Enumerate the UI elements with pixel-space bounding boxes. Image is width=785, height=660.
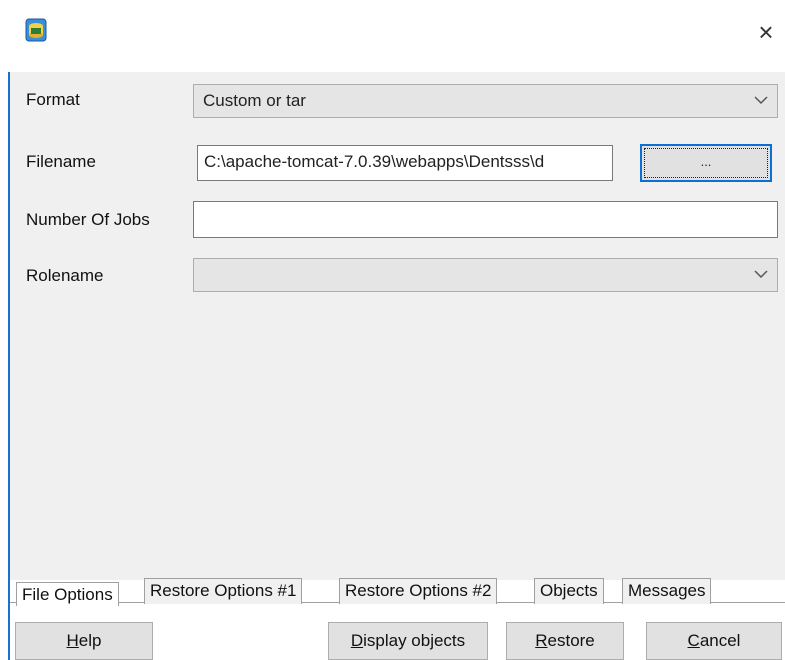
format-select[interactable]: Custom or tar	[193, 84, 778, 118]
chevron-down-icon	[754, 96, 768, 105]
display-objects-button[interactable]: Display objects	[328, 622, 488, 660]
jobs-field[interactable]	[193, 201, 778, 238]
cancel-label: ancel	[699, 631, 741, 650]
tab-messages[interactable]: Messages	[622, 578, 712, 604]
restore-label: estore	[547, 631, 595, 650]
rolename-select[interactable]	[193, 258, 778, 292]
browse-button[interactable]: ...	[640, 144, 772, 182]
chevron-down-icon	[754, 270, 768, 279]
restore-mnemonic: R	[535, 631, 548, 650]
app-icon	[25, 18, 47, 42]
title-bar: ×	[0, 0, 785, 72]
help-label: elp	[78, 631, 102, 650]
display-mnemonic: D	[350, 631, 364, 650]
tab-restore-options-2[interactable]: Restore Options #2	[339, 578, 498, 604]
help-mnemonic: H	[66, 631, 79, 650]
display-label: isplay objects	[363, 631, 466, 650]
rolename-label: Rolename	[26, 266, 104, 285]
format-label: Format	[26, 90, 80, 109]
close-icon[interactable]: ×	[752, 12, 780, 52]
filename-label: Filename	[26, 152, 96, 171]
jobs-label: Number Of Jobs	[26, 210, 150, 229]
help-button[interactable]: Help	[15, 622, 153, 660]
tab-restore-options-1[interactable]: Restore Options #1	[144, 578, 303, 604]
filename-field[interactable]: C:\apache-tomcat-7.0.39\webapps\Dentsss\…	[197, 145, 613, 181]
browse-label: ...	[644, 148, 768, 178]
tab-objects[interactable]: Objects	[534, 578, 604, 604]
cancel-mnemonic: C	[687, 631, 700, 650]
filename-value: C:\apache-tomcat-7.0.39\webapps\Dentsss\…	[204, 152, 545, 171]
restore-button[interactable]: Restore	[506, 622, 624, 660]
cancel-button[interactable]: Cancel	[646, 622, 782, 660]
format-value: Custom or tar	[203, 91, 306, 110]
tab-file-options[interactable]: File Options	[16, 582, 119, 606]
